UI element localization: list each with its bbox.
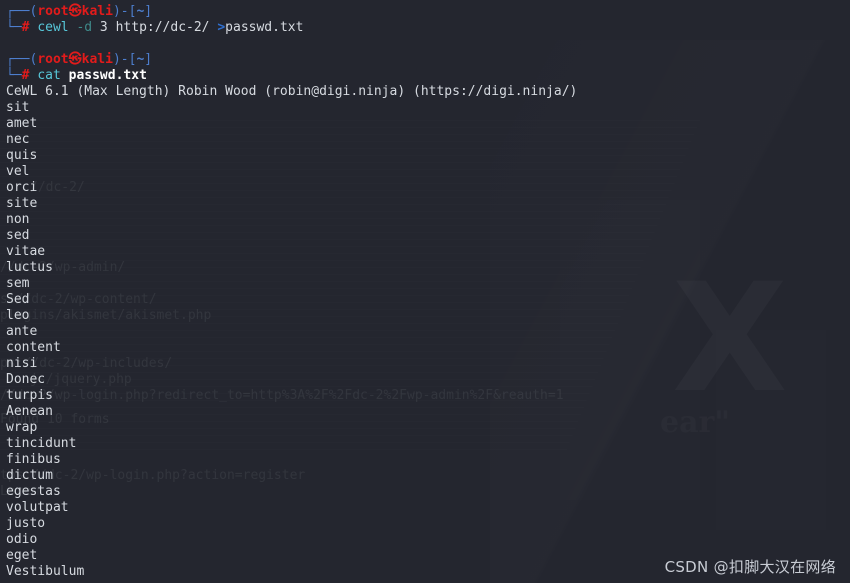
command-token-2: passwd.txt [68,68,147,83]
cewl-banner-line: CeWL 6.1 (Max Length) Robin Wood (robin@… [6,84,578,99]
command-text-1[interactable]: cewl -d 3 http://dc-2/ >passwd.txt [37,20,303,35]
prompt-host-2: kali [81,52,113,67]
prompt-user-2: root [37,52,69,67]
prompt-box-top-1: ┌── [6,4,30,19]
command-token-0: cewl [37,20,69,35]
terminal-output-area[interactable]: ┌──(root㉿kali)-[~] └─# cewl -d 3 http://… [0,0,850,583]
prompt-host-1: kali [81,4,113,19]
wordlist-item: egestas [6,484,61,499]
wordlist-item: Donec [6,372,46,387]
wordlist-item: justo [6,516,46,531]
wordlist-item: ante [6,324,38,339]
prompt-bracket-close-1: ] [144,4,153,19]
command-line-2[interactable]: └─# cat passwd.txt [6,68,850,84]
wordlist-item: amet [6,116,38,131]
kali-at-symbol-icon-2: ㉿ [68,52,82,67]
prompt-line-top-2: ┌──(root㉿kali)-[~] [6,52,850,68]
wordlist-item: tincidunt [6,436,77,451]
command-token-0: cat [37,68,61,83]
prompt-close-paren-2: ) [112,52,121,67]
wordlist-item: leo [6,308,30,323]
wordlist-item: vel [6,164,30,179]
prompt-box-bottom-2: └─ [6,68,22,83]
command-token-5: passwd.txt [225,20,304,35]
command-token-2: -d [76,20,93,35]
wordlist-item: sed [6,228,30,243]
wordlist-item: sit [6,100,30,115]
prompt-dash-2: - [120,52,129,67]
wordlist-item: vitae [6,244,46,259]
prompt-line-top-1: ┌──(root㉿kali)-[~] [6,4,850,20]
prompt-box-bottom-1: └─ [6,20,22,35]
terminal-window[interactable]: X ear" //dc-2///dc-2/wp-admin/s://dc-2/w… [0,0,850,583]
wordlist-item: orci [6,180,38,195]
wordlist-item: turpis [6,388,53,403]
command-token-3: 3 http://dc-2/ [92,20,218,35]
prompt-bracket-close-2: ] [144,52,153,67]
wordlist-item: non [6,212,30,227]
prompt-box-top-2: ┌── [6,52,30,67]
prompt-close-paren-1: ) [112,4,121,19]
wordlist-item: nec [6,132,30,147]
wordlist-item: sem [6,276,30,291]
wordlist-item: quis [6,148,38,163]
command-text-2[interactable]: cat passwd.txt [37,68,147,83]
wordlist-item: Sed [6,292,30,307]
wordlist-item: nisi [6,356,38,371]
wordlist-output: sit amet nec quis vel orci site non sed vitae luct… [6,100,850,580]
csdn-watermark: CSDN @扣脚大汉在网络 [664,558,836,576]
prompt-user-1: root [37,4,69,19]
wordlist-item: odio [6,532,38,547]
kali-at-symbol-icon-1: ㉿ [68,4,82,19]
wordlist-item: content [6,340,61,355]
command-line-1[interactable]: └─# cewl -d 3 http://dc-2/ >passwd.txt [6,20,850,36]
command-token-1 [61,68,69,83]
wordlist-item: Aenean [6,404,53,419]
prompt-dash-1: - [120,4,129,19]
wordlist-item: finibus [6,452,61,467]
wordlist-item: site [6,196,38,211]
wordlist-item: wrap [6,420,38,435]
wordlist-item: dictum [6,468,53,483]
wordlist-item: luctus [6,260,53,275]
wordlist-item: volutpat [6,500,69,515]
command-token-4: > [217,20,226,35]
